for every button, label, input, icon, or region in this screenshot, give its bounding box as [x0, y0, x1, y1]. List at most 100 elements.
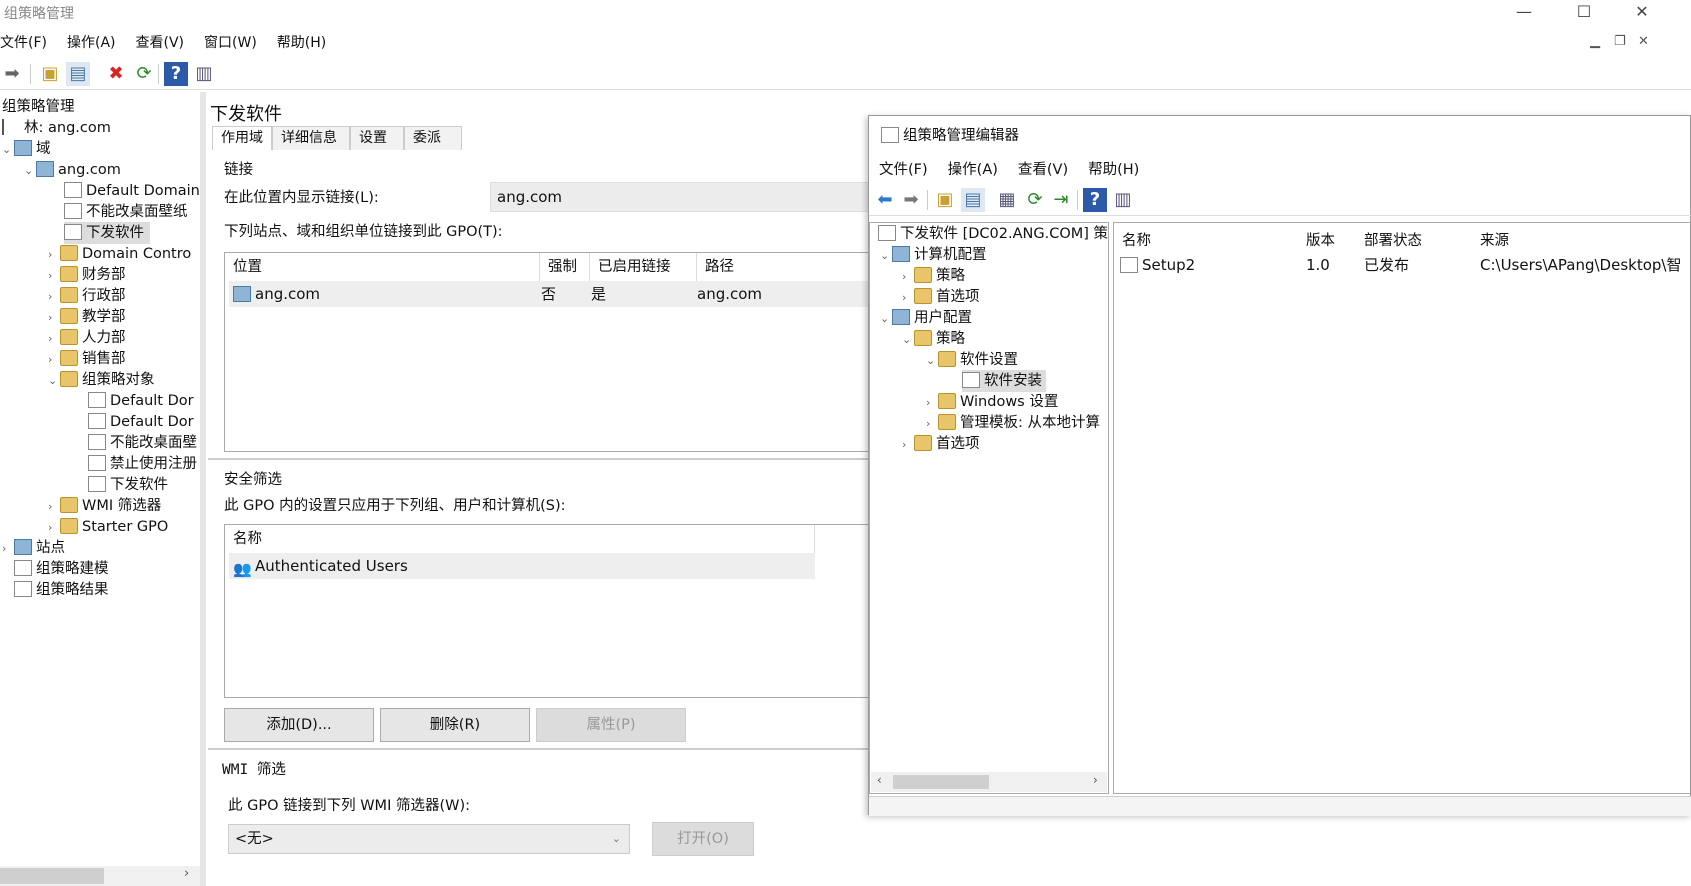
chevron-down-icon[interactable]: ⌄ — [48, 370, 60, 392]
scroll-thumb[interactable] — [893, 775, 989, 789]
menu-action[interactable]: 操作(A) — [67, 35, 116, 51]
tree-item[interactable]: Default Dor — [88, 390, 194, 412]
delete-icon[interactable]: ✖ — [104, 62, 128, 86]
column-name[interactable]: 名称 — [225, 525, 815, 553]
tree-item[interactable]: 禁止使用注册 — [88, 453, 197, 475]
forward-arrow-icon[interactable]: ➡ — [899, 188, 923, 212]
up-folder-icon[interactable]: ▣ — [933, 188, 957, 212]
maximize-button[interactable]: ☐ — [1564, 2, 1604, 24]
tree-item[interactable]: ⌄ 组策略对象 — [48, 369, 155, 391]
table-row[interactable]: ang.com 否 是 ang.com — [229, 281, 875, 307]
tree-item[interactable]: › Domain Contro — [48, 243, 191, 265]
chevron-right-icon[interactable]: › — [902, 266, 914, 288]
column-enabled[interactable]: 已启用链接 — [590, 253, 697, 281]
pane-splitter[interactable] — [200, 92, 206, 886]
tree-cc-policies[interactable]: › 策略 — [902, 265, 965, 287]
open-button[interactable]: 打开(O) — [652, 822, 754, 856]
refresh-icon[interactable]: ⟳ — [132, 62, 156, 86]
chevron-right-icon[interactable]: › — [48, 265, 60, 287]
forward-arrow-icon[interactable]: ➡ — [0, 62, 24, 86]
column-status[interactable]: 部署状态 — [1364, 229, 1422, 250]
menu-window[interactable]: 窗口(W) — [204, 35, 257, 51]
tree-item-selected[interactable]: 下发软件 — [64, 222, 150, 244]
chevron-right-icon[interactable]: › — [48, 517, 60, 539]
tree-item[interactable]: › 人力部 — [48, 327, 126, 349]
table-row[interactable]: Setup2 1.0 已发布 C:\Users\APang\Desktop\智 — [1114, 253, 1691, 277]
back-arrow-icon[interactable]: ⬅ — [873, 188, 897, 212]
tree-user-config[interactable]: ⌄ 用户配置 — [880, 307, 972, 329]
tree-software-install[interactable]: 软件安装 — [962, 370, 1046, 392]
mdi-restore-icon[interactable]: ❐ — [1614, 34, 1626, 49]
help-icon[interactable]: ? — [1083, 188, 1107, 212]
column-path[interactable]: 路径 — [697, 253, 875, 281]
chevron-down-icon[interactable]: ⌄ — [2, 139, 14, 161]
tree-item[interactable]: › 教学部 — [48, 306, 126, 328]
tree-item[interactable]: › WMI 筛选器 — [48, 495, 161, 517]
column-enforced[interactable]: 强制 — [540, 253, 590, 281]
tree-root[interactable]: 组策略管理 — [2, 96, 75, 118]
menu-file[interactable]: 文件(F) — [0, 35, 47, 51]
properties-icon[interactable]: ▦ — [995, 188, 1019, 212]
chevron-down-icon[interactable]: ⌄ — [880, 245, 892, 267]
tree-domains[interactable]: ⌄ 域 — [2, 138, 51, 160]
tree-item[interactable]: Default Dor — [88, 411, 194, 433]
editor-menu-view[interactable]: 查看(V) — [1018, 162, 1068, 178]
editor-menu-action[interactable]: 操作(A) — [948, 162, 998, 178]
tree-admin-templates[interactable]: › 管理模板: 从本地计算 — [926, 412, 1100, 434]
chevron-down-icon[interactable]: ⌄ — [902, 329, 914, 351]
chevron-right-icon[interactable]: › — [48, 349, 60, 371]
chevron-right-icon[interactable]: › — [48, 307, 60, 329]
tree-item[interactable]: › 销售部 — [48, 348, 126, 370]
column-version[interactable]: 版本 — [1306, 229, 1335, 250]
chevron-right-icon[interactable]: › — [902, 287, 914, 309]
editor-menu-help[interactable]: 帮助(H) — [1088, 162, 1139, 178]
properties-button[interactable]: 属性(P) — [536, 708, 686, 742]
tree-modeling[interactable]: 组策略建模 — [14, 558, 109, 580]
tree-hscroll-thumb[interactable] — [0, 868, 104, 884]
refresh-icon[interactable]: ⟳ — [1023, 188, 1047, 212]
chevron-right-icon[interactable]: › — [2, 538, 14, 560]
tree-results[interactable]: 组策略结果 — [14, 579, 109, 601]
menu-view[interactable]: 查看(V) — [136, 35, 185, 51]
tree-item[interactable]: 下发软件 — [88, 474, 168, 496]
tree-sites[interactable]: › 站点 — [2, 537, 65, 559]
tree-uc-policies[interactable]: ⌄ 策略 — [902, 328, 965, 350]
tree-computer-config[interactable]: ⌄ 计算机配置 — [880, 244, 987, 266]
chevron-right-icon[interactable]: › — [48, 244, 60, 266]
console-icon[interactable]: ▥ — [192, 62, 216, 86]
show-links-dropdown[interactable]: ang.com — [490, 182, 870, 212]
wmi-filter-select[interactable]: <无> ⌄ — [228, 824, 630, 854]
tree-item[interactable]: › Starter GPO — [48, 516, 168, 538]
tree-windows-settings[interactable]: › Windows 设置 — [926, 391, 1058, 413]
tab-settings[interactable]: 设置 — [350, 126, 404, 150]
tree-domain[interactable]: ⌄ ang.com — [24, 159, 121, 181]
tree-forest[interactable]: 林: ang.com — [2, 117, 111, 139]
column-name[interactable]: 名称 — [1122, 229, 1151, 250]
chevron-right-icon[interactable]: › — [926, 413, 938, 435]
minimize-button[interactable]: — — [1504, 2, 1544, 24]
tree-item[interactable]: › 财务部 — [48, 264, 126, 286]
tab-scope[interactable]: 作用域 — [212, 126, 272, 150]
chevron-right-icon[interactable]: › — [902, 434, 914, 456]
scroll-left-icon[interactable]: ‹ — [877, 773, 882, 787]
chevron-right-icon[interactable]: › — [48, 286, 60, 308]
chevron-down-icon[interactable]: ⌄ — [926, 350, 938, 372]
column-location[interactable]: 位置 — [225, 253, 540, 281]
close-button[interactable]: ✕ — [1622, 2, 1662, 24]
scroll-right-icon[interactable]: › — [184, 866, 189, 881]
chevron-right-icon[interactable]: › — [926, 392, 938, 414]
tree-item[interactable]: 不能改桌面壁纸 — [64, 201, 188, 223]
chevron-right-icon[interactable]: › — [48, 496, 60, 518]
mdi-minimize-icon[interactable]: ▁ — [1590, 34, 1600, 49]
chevron-down-icon[interactable]: ⌄ — [24, 160, 36, 182]
add-button[interactable]: 添加(D)... — [224, 708, 374, 742]
table-row[interactable]: 👥 Authenticated Users — [229, 553, 815, 579]
chevron-right-icon[interactable]: › — [48, 328, 60, 350]
show-tree-icon[interactable]: ▤ — [66, 62, 90, 86]
tree-item[interactable]: › 行政部 — [48, 285, 126, 307]
scroll-right-icon[interactable]: › — [1093, 773, 1098, 787]
console-icon[interactable]: ▥ — [1111, 188, 1135, 212]
column-source[interactable]: 来源 — [1480, 229, 1509, 250]
tree-uc-prefs[interactable]: › 首选项 — [902, 433, 980, 455]
menu-help[interactable]: 帮助(H) — [277, 35, 326, 51]
